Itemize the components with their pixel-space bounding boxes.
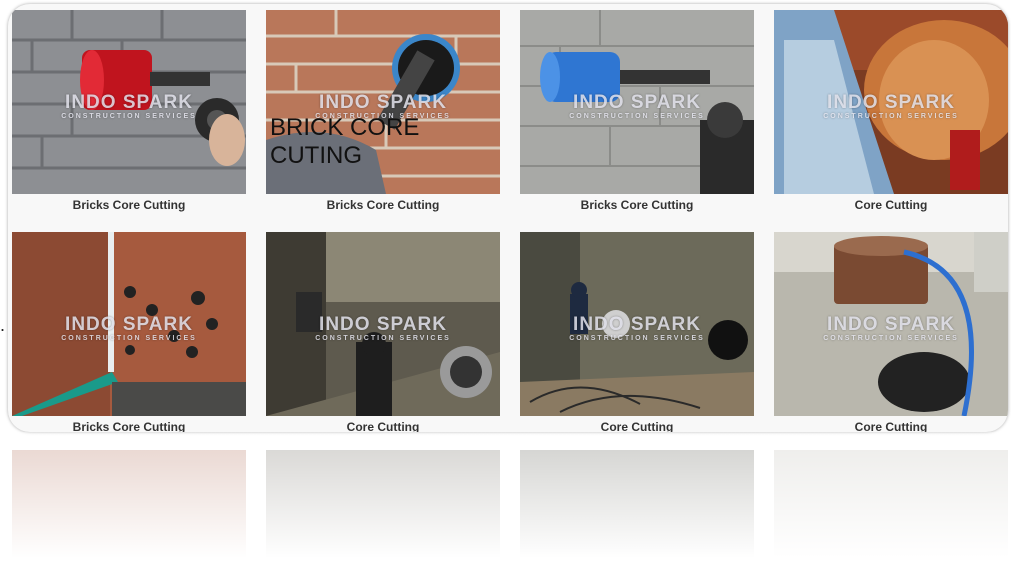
stray-dot: . bbox=[0, 315, 6, 335]
watermark-brand: INDO SPARK bbox=[65, 92, 193, 113]
overlay-line-1: BRICK CORE bbox=[270, 114, 420, 141]
tile-caption: Core Cutting bbox=[854, 198, 928, 212]
watermark: INDO SPARK CONSTRUCTION SERVICES bbox=[520, 314, 754, 342]
watermark: INDO SPARK CONSTRUCTION SERVICES bbox=[774, 92, 1008, 120]
tile-caption: Core Cutting bbox=[346, 420, 420, 432]
photo-core-cutting-1[interactable]: INDO SPARK CONSTRUCTION SERVICES bbox=[774, 10, 1008, 194]
tile-caption: Core Cutting bbox=[600, 420, 674, 432]
watermark-tagline: CONSTRUCTION SERVICES bbox=[61, 113, 197, 120]
photo-bricks-core-cutting-1[interactable]: INDO SPARK CONSTRUCTION SERVICES bbox=[12, 10, 246, 194]
watermark-brand: INDO SPARK bbox=[319, 92, 447, 113]
watermark: INDO SPARK CONSTRUCTION SERVICES bbox=[12, 92, 246, 120]
overlay-line-2: CUTING bbox=[270, 142, 362, 169]
photo-bricks-core-cutting-4[interactable]: INDO SPARK CONSTRUCTION SERVICES bbox=[12, 232, 246, 416]
watermark-tagline: CONSTRUCTION SERVICES bbox=[315, 335, 451, 342]
watermark: INDO SPARK CONSTRUCTION SERVICES bbox=[774, 314, 1008, 342]
photo-core-cutting-3[interactable]: INDO SPARK CONSTRUCTION SERVICES bbox=[520, 232, 754, 416]
tile-caption: Bricks Core Cutting bbox=[326, 198, 440, 212]
tile-caption: Bricks Core Cutting bbox=[580, 198, 694, 212]
photo-bricks-core-cutting-3[interactable]: INDO SPARK CONSTRUCTION SERVICES bbox=[520, 10, 754, 194]
photo-overlay-text: BRICK CORE CUTING bbox=[270, 114, 419, 170]
watermark: INDO SPARK CONSTRUCTION SERVICES bbox=[520, 92, 754, 120]
photo-bricks-core-cutting-2[interactable]: INDO SPARK CONSTRUCTION SERVICES BRICK CO… bbox=[266, 10, 500, 194]
watermark: INDO SPARK CONSTRUCTION SERVICES bbox=[266, 314, 500, 342]
watermark-brand: INDO SPARK bbox=[319, 314, 447, 335]
gallery-card: INDO SPARK CONSTRUCTION SERVICES Bricks C… bbox=[8, 4, 1008, 432]
watermark-brand: INDO SPARK bbox=[573, 92, 701, 113]
photo-core-cutting-4[interactable]: INDO SPARK CONSTRUCTION SERVICES bbox=[774, 232, 1008, 416]
watermark-tagline: CONSTRUCTION SERVICES bbox=[823, 113, 959, 120]
watermark-tagline: CONSTRUCTION SERVICES bbox=[569, 113, 705, 120]
tile-caption: Bricks Core Cutting bbox=[72, 198, 186, 212]
watermark-tagline: CONSTRUCTION SERVICES bbox=[823, 335, 959, 342]
photo-core-cutting-2[interactable]: INDO SPARK CONSTRUCTION SERVICES bbox=[266, 232, 500, 416]
watermark-tagline: CONSTRUCTION SERVICES bbox=[569, 335, 705, 342]
reflection-fade bbox=[8, 432, 1008, 569]
watermark-brand: INDO SPARK bbox=[573, 314, 701, 335]
watermark-brand: INDO SPARK bbox=[827, 314, 955, 335]
watermark-brand: INDO SPARK bbox=[65, 314, 193, 335]
watermark-tagline: CONSTRUCTION SERVICES bbox=[61, 335, 197, 342]
watermark: INDO SPARK CONSTRUCTION SERVICES bbox=[12, 314, 246, 342]
watermark-brand: INDO SPARK bbox=[827, 92, 955, 113]
gallery-reflection bbox=[8, 432, 1008, 569]
tile-caption: Bricks Core Cutting bbox=[72, 420, 186, 432]
tile-caption: Core Cutting bbox=[854, 420, 928, 432]
